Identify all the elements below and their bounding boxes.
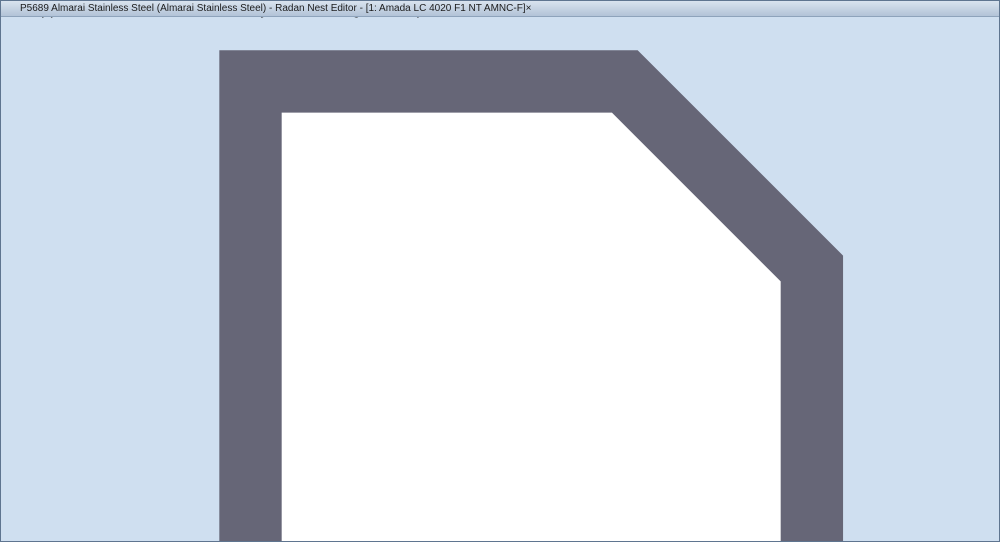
title-bar[interactable]: P5689 Almarai Stainless Steel (Almarai S… xyxy=(1,1,1000,17)
toolbar: ▼ ▼ ▼ i ? xyxy=(1,19,999,542)
app-icon xyxy=(5,4,15,14)
window-title: P5689 Almarai Stainless Steel (Almarai S… xyxy=(20,3,526,14)
application-window: P5689 Almarai Stainless Steel (Almarai S… xyxy=(0,0,1000,542)
close-button[interactable]: × xyxy=(526,3,532,14)
